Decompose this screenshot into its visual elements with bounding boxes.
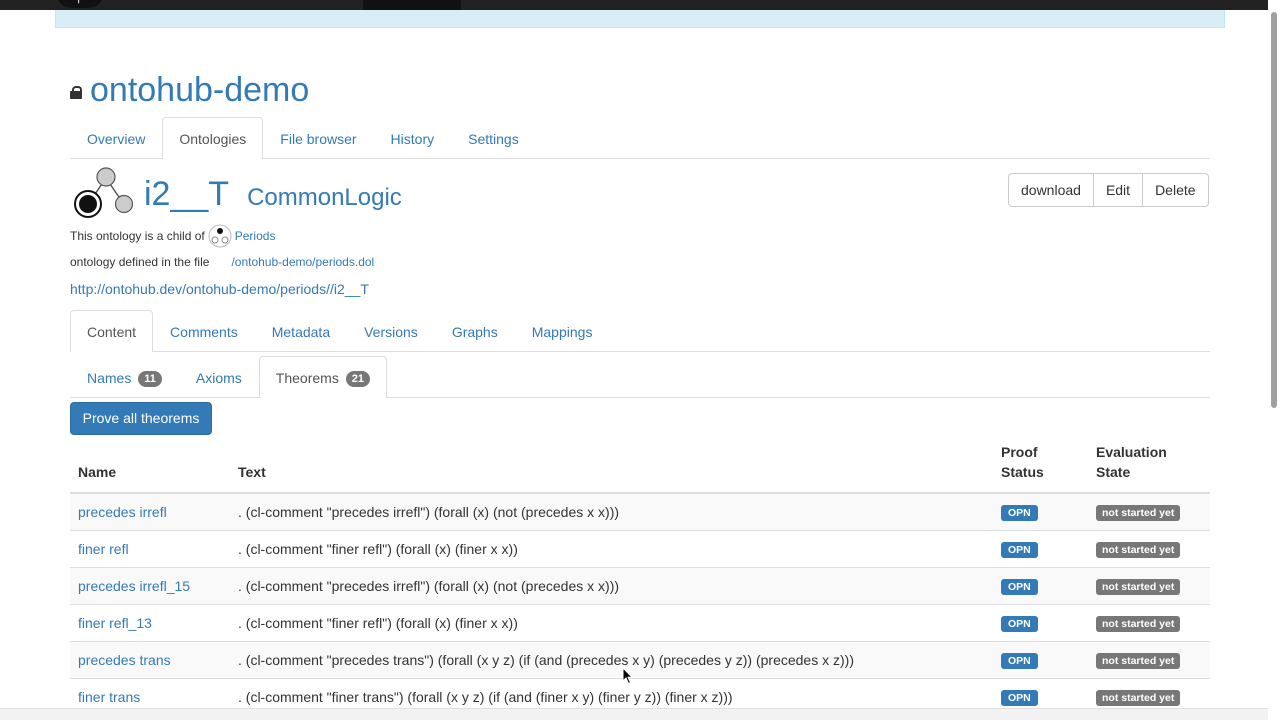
- theorems-count-badge: 21: [345, 371, 370, 387]
- tab-ontologies[interactable]: Ontologies: [162, 117, 264, 159]
- evaluation-state-badge: not started yet: [1096, 615, 1181, 632]
- header-proof-line2: Status: [1001, 464, 1044, 480]
- tab-theorems[interactable]: Theorems 21: [258, 356, 387, 398]
- table-row: finer refl . (cl-comment "finer refl") (…: [70, 529, 1210, 567]
- ontohub-logo[interactable]: ⚲: [56, 0, 104, 8]
- child-of-text: This ontology is a child of: [70, 229, 205, 243]
- table-row: precedes irrefl . (cl-comment "precedes …: [70, 492, 1210, 530]
- tab-metadata[interactable]: Metadata: [255, 310, 347, 352]
- theorem-name-link[interactable]: finer refl: [78, 541, 129, 557]
- file-line: ontology defined in the file /ontohub-de…: [70, 253, 374, 271]
- info-alert: [55, 10, 1225, 28]
- header-proof-status: Proof Status: [993, 441, 1088, 494]
- repository-title: ontohub-demo: [70, 68, 309, 112]
- ontology-header: i2__T CommonLogic: [72, 166, 402, 222]
- tab-names-label: Names: [87, 370, 132, 386]
- tab-overview[interactable]: Overview: [70, 117, 162, 159]
- tab-settings[interactable]: Settings: [451, 117, 536, 159]
- evaluation-state-badge: not started yet: [1096, 504, 1181, 521]
- prove-all-theorems-button[interactable]: Prove all theorems: [70, 402, 212, 435]
- theorem-name-link[interactable]: precedes irrefl_15: [78, 578, 190, 594]
- top-navbar: ⚲: [0, 0, 1280, 10]
- vertical-scrollbar[interactable]: [1268, 0, 1280, 720]
- header-name: Name: [70, 441, 230, 494]
- tab-graphs[interactable]: Graphs: [435, 310, 515, 352]
- tab-axioms[interactable]: Axioms: [179, 356, 259, 398]
- tab-history[interactable]: History: [374, 117, 452, 159]
- tab-versions[interactable]: Versions: [347, 310, 435, 352]
- theorem-name-link[interactable]: finer trans: [78, 689, 140, 705]
- ontology-name: i2__T: [144, 175, 230, 213]
- navbar-active-item[interactable]: [363, 0, 461, 10]
- symbol-tabs: Names 11 Axioms Theorems 21: [70, 356, 1210, 398]
- parent-ontology-link[interactable]: Periods: [235, 229, 276, 243]
- ontology-iri-link[interactable]: http://ontohub.dev/ontohub-demo/periods/…: [70, 281, 369, 297]
- tab-names[interactable]: Names 11: [70, 356, 179, 398]
- proof-status-badge: OPN: [1001, 504, 1038, 521]
- names-count-badge: 11: [138, 371, 162, 387]
- logo-icon: ⚲: [75, 0, 85, 5]
- theorem-text: . (cl-comment "finer refl") (forall (x) …: [230, 529, 993, 567]
- evaluation-state-badge: not started yet: [1096, 541, 1181, 558]
- lock-icon: [70, 85, 82, 99]
- scrollbar-thumb[interactable]: [1271, 12, 1277, 408]
- table-row: finer refl_13 . (cl-comment "finer refl"…: [70, 603, 1210, 641]
- theorem-name-link[interactable]: precedes trans: [78, 652, 171, 668]
- theorem-text: . (cl-comment "precedes trans") (forall …: [230, 640, 993, 678]
- repository-name[interactable]: ontohub-demo: [90, 68, 309, 112]
- evaluation-state-badge: not started yet: [1096, 652, 1181, 669]
- tab-comments[interactable]: Comments: [153, 310, 255, 352]
- tab-file-browser[interactable]: File browser: [263, 117, 373, 159]
- tab-mappings[interactable]: Mappings: [515, 310, 610, 352]
- theorem-text: . (cl-comment "precedes irrefl") (forall…: [230, 492, 993, 530]
- header-evaluation-state: Evaluation State: [1088, 441, 1210, 494]
- delete-button[interactable]: Delete: [1142, 173, 1209, 207]
- header-text: Text: [230, 441, 993, 494]
- theorem-name-link[interactable]: finer refl_13: [78, 615, 152, 631]
- table-row: precedes irrefl_15 . (cl-comment "preced…: [70, 566, 1210, 604]
- distributed-ontology-icon: [208, 224, 232, 248]
- tab-content[interactable]: Content: [70, 310, 154, 352]
- ontology-actions: download Edit Delete: [1008, 173, 1209, 207]
- tab-axioms-label: Axioms: [195, 370, 242, 386]
- download-button[interactable]: download: [1008, 173, 1094, 207]
- repository-tabs: Overview Ontologies File browser History…: [70, 117, 1210, 159]
- proof-status-badge: OPN: [1001, 652, 1038, 669]
- table-row: precedes trans . (cl-comment "precedes t…: [70, 640, 1210, 678]
- header-proof-line1: Proof: [1001, 444, 1038, 460]
- theorems-table: Name Text Proof Status Evaluation State pr…: [70, 441, 1210, 715]
- mouse-cursor-icon: [622, 667, 634, 685]
- file-text: ontology defined in the file: [70, 255, 210, 269]
- theorem-text: . (cl-comment "precedes irrefl") (forall…: [230, 566, 993, 604]
- bottom-edge: [0, 708, 1268, 720]
- proof-status-badge: OPN: [1001, 578, 1038, 595]
- proof-status-badge: OPN: [1001, 541, 1038, 558]
- header-eval-line1: Evaluation: [1096, 444, 1167, 460]
- ontology-content-tabs: Content Comments Metadata Versions Graph…: [70, 310, 1210, 352]
- header-eval-line2: State: [1096, 464, 1131, 480]
- evaluation-state-badge: not started yet: [1096, 578, 1181, 595]
- ontology-graph-icon: [74, 167, 134, 218]
- file-path-link[interactable]: /ontohub-demo/periods.dol: [231, 255, 374, 269]
- parent-ontology-line: This ontology is a child of Periods: [70, 224, 275, 248]
- evaluation-state-badge: not started yet: [1096, 689, 1181, 706]
- ontology-logic-link[interactable]: CommonLogic: [247, 184, 402, 212]
- theorem-text: . (cl-comment "finer refl") (forall (x) …: [230, 603, 993, 641]
- edit-button[interactable]: Edit: [1092, 173, 1144, 207]
- theorem-name-link[interactable]: precedes irrefl: [78, 504, 167, 520]
- tab-theorems-label: Theorems: [275, 370, 339, 386]
- table-header-row: Name Text Proof Status Evaluation State: [70, 441, 1210, 494]
- proof-status-badge: OPN: [1001, 615, 1038, 632]
- proof-status-badge: OPN: [1001, 689, 1038, 706]
